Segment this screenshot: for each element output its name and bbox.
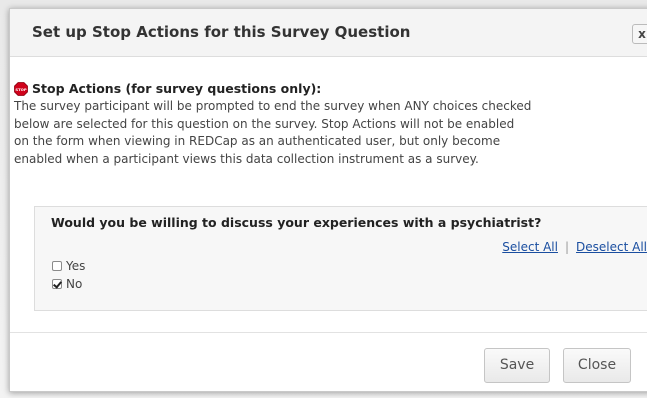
stop-sign-text: STOP <box>15 87 27 92</box>
choice-label-no: No <box>66 277 83 291</box>
heading-text: Stop Actions (for survey questions only)… <box>32 81 322 96</box>
description-line: on the form when viewing in REDCap as an… <box>14 134 501 148</box>
dialog-titlebar: Set up Stop Actions for this Survey Ques… <box>10 9 647 57</box>
description-text: The survey participant will be prompted … <box>14 98 647 168</box>
dialog-title: Set up Stop Actions for this Survey Ques… <box>32 23 411 41</box>
deselect-all-link[interactable]: Deselect All <box>576 240 647 254</box>
stop-actions-dialog: Set up Stop Actions for this Survey Ques… <box>9 8 647 392</box>
footer-divider <box>10 332 647 333</box>
stop-actions-heading: STOP Stop Actions (for survey questions … <box>14 81 647 96</box>
save-button[interactable]: Save <box>484 348 550 383</box>
question-text: Would you be willing to discuss your exp… <box>51 215 542 230</box>
select-links: Select All | Deselect All <box>502 240 647 254</box>
select-all-link[interactable]: Select All <box>502 240 558 254</box>
choice-yes[interactable]: Yes <box>52 259 85 273</box>
choice-label-yes: Yes <box>66 259 86 273</box>
link-separator: | <box>564 240 570 254</box>
checkbox-no[interactable] <box>52 279 62 289</box>
close-button[interactable]: Close <box>563 348 631 383</box>
screen-background: Set up Stop Actions for this Survey Ques… <box>0 0 647 398</box>
close-icon[interactable]: x <box>632 24 647 44</box>
description-line: below are selected for this question on … <box>14 116 515 131</box>
stop-sign-icon: STOP <box>14 81 28 96</box>
dialog-content: STOP Stop Actions (for survey questions … <box>14 81 647 168</box>
question-box: Would you be willing to discuss your exp… <box>34 206 647 311</box>
checkbox-yes[interactable] <box>52 261 62 271</box>
description-line: The survey participant will be prompted … <box>14 99 532 113</box>
choice-no[interactable]: No <box>52 277 82 291</box>
description-line: enabled when a participant views this da… <box>14 151 479 166</box>
